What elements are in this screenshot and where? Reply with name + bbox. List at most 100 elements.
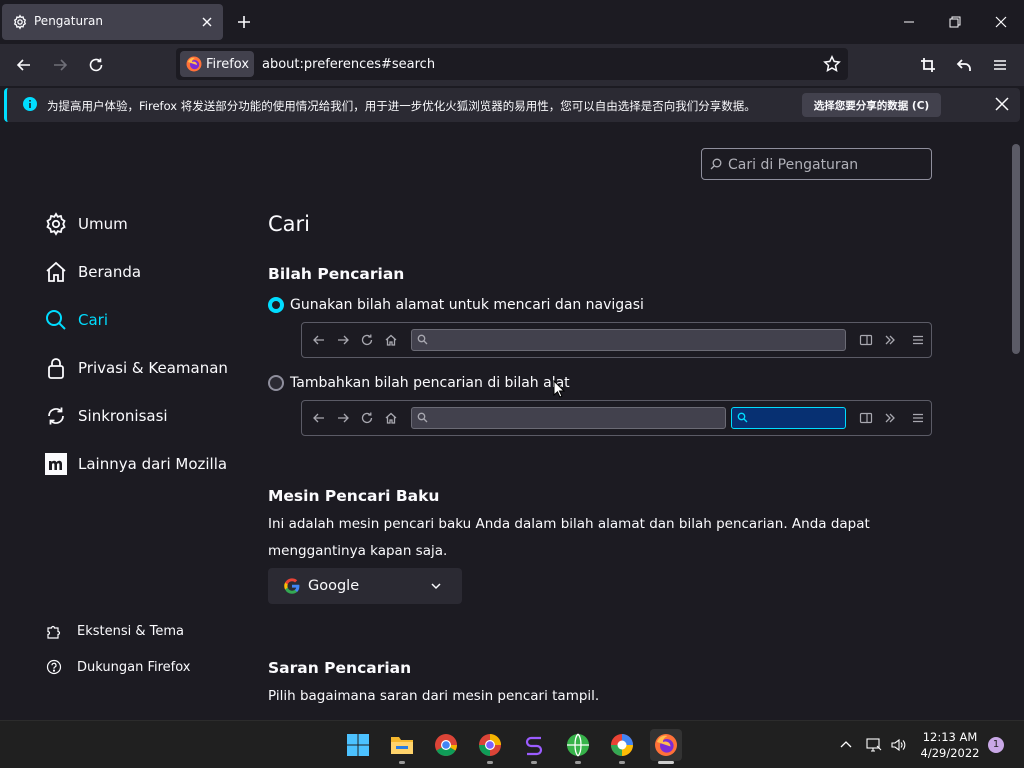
taskbar-chrome-variant[interactable] [474,729,506,761]
menu-icon[interactable] [991,56,1009,74]
system-clock[interactable]: 12:13 AM 4/29/2022 [918,729,982,761]
radio-toolbar-search-label[interactable]: Tambahkan bilah pencarian di bilah alat [290,375,570,391]
minimize-icon[interactable] [901,14,917,30]
sidebar-item-sinkronisasi[interactable]: Sinkronisasi [44,401,168,431]
undo-icon[interactable] [955,56,973,74]
radio-address-bar[interactable] [268,297,284,313]
search-icon [737,412,748,423]
sidebar-item-umum[interactable]: Umum [44,209,128,239]
suggestions-heading: Saran Pencarian [268,659,412,677]
tab-title: Pengaturan [34,14,103,28]
menu-icon [913,413,923,423]
clock-time: 12:13 AM [922,730,978,744]
sidebar-item-label: Privasi & Keamanan [78,359,228,377]
restore-icon[interactable] [947,14,963,30]
new-tab-icon[interactable] [236,14,252,30]
app-s-icon [525,736,543,756]
globe-icon [567,733,589,757]
clock-date: 4/29/2022 [920,746,980,760]
windows-logo-icon [347,734,369,756]
sidebar-item-cari[interactable]: Cari [44,305,108,335]
reload-icon[interactable] [87,56,105,74]
sidebar-item-label: Cari [78,311,108,329]
search-preferences-placeholder: Cari di Pengaturan [728,157,859,173]
mozilla-icon [45,453,67,475]
taskbar-running-indicator [575,761,581,764]
google-logo-icon [284,578,300,594]
firefox-logo-icon [655,734,677,756]
search-bar-heading: Bilah Pencarian [268,265,405,283]
taskbar-active-indicator [658,761,674,764]
taskbar-app-green[interactable] [562,729,594,761]
close-tab-icon[interactable] [199,14,215,30]
identity-label: Firefox [206,57,250,72]
taskbar-start-button[interactable] [342,729,374,761]
sidebar-item-privasi[interactable]: Privasi & Keamanan [44,353,228,383]
taskbar-running-indicator [531,761,537,764]
back-icon [313,335,324,345]
chevron-up-icon[interactable] [838,737,854,753]
taskbar-app-purple[interactable] [518,729,550,761]
default-engine-heading: Mesin Pencari Baku [268,487,440,505]
windows-taskbar: 12:13 AM 4/29/2022 1 [0,720,1024,768]
bookmark-star-icon[interactable] [823,55,841,73]
sidebar-item-mozilla[interactable]: Lainnya dari Mozilla [44,449,227,479]
taskbar-file-explorer[interactable] [386,729,418,761]
home-icon [46,261,66,282]
sync-icon [48,407,64,425]
sidebar-item-label: Umum [78,215,128,233]
screenshot-icon[interactable] [919,56,937,74]
telemetry-notification: 为提高用户体验，Firefox 将发送部分功能的使用情况给我们，用于进一步优化火… [4,88,1020,122]
close-window-icon[interactable] [993,14,1009,30]
chrome-icon [435,734,457,756]
lock-icon [48,358,64,379]
sidebar-link-support[interactable]: Dukungan Firefox [46,657,190,677]
network-icon[interactable] [866,737,882,753]
taskbar-running-indicator [399,761,405,764]
tab-pengaturan[interactable]: Pengaturan [2,4,223,40]
url-text[interactable]: about:preferences#search [262,57,435,72]
close-icon[interactable] [995,97,1009,111]
radio-address-bar-label[interactable]: Gunakan bilah alamat untuk mencari dan n… [290,297,644,313]
sidebar-item-label: Sinkronisasi [78,407,168,425]
search-icon [417,334,428,345]
taskbar-chrome[interactable] [430,729,462,761]
sidebar-item-label: Lainnya dari Mozilla [78,455,228,473]
search-icon [710,158,722,170]
scrollbar[interactable] [1012,144,1020,354]
forward-icon [338,413,349,423]
choose-data-button[interactable]: 选择您要分享的数据 (C) [802,93,941,117]
mouse-cursor-icon [553,380,565,398]
gear-icon [46,212,66,236]
taskbar-app-colorful[interactable] [606,729,638,761]
identity-box[interactable]: Firefox [180,51,254,77]
taskbar-firefox[interactable] [650,729,682,761]
volume-icon[interactable] [890,737,906,753]
sidebar-item-label: Beranda [78,263,142,281]
menu-icon [913,335,923,345]
default-engine-description: Ini adalah mesin pencari baku Anda dalam… [268,511,908,565]
default-engine-description-line2: menggantinya kapan saja. [268,543,448,559]
back-icon [313,413,324,423]
sidebar-link-label: Ekstensi & Tema [77,623,184,639]
reload-icon [361,412,373,424]
address-bar-preview-field [411,329,846,351]
sidebar-link-extensions[interactable]: Ekstensi & Tema [46,621,184,641]
default-engine-select[interactable]: Google [268,568,462,604]
tab-strip: Pengaturan [0,0,1024,44]
home-icon [385,334,397,346]
back-icon[interactable] [15,56,33,74]
help-icon [46,659,62,675]
info-icon [23,97,37,111]
radio-toolbar-search[interactable] [268,375,284,391]
search-preferences-input[interactable]: Cari di Pengaturan [701,148,932,180]
forward-icon[interactable] [51,56,69,74]
sidebar-item-beranda[interactable]: Beranda [44,257,141,287]
address-bar-preview [301,322,932,358]
folder-icon [391,737,413,754]
default-engine-description-line1: Ini adalah mesin pencari baku Anda dalam… [268,516,870,532]
toolbar-address-preview-field [411,407,726,429]
toolbar-search-preview [301,400,932,436]
notification-count-badge[interactable]: 1 [988,737,1004,753]
puzzle-icon [47,625,61,639]
